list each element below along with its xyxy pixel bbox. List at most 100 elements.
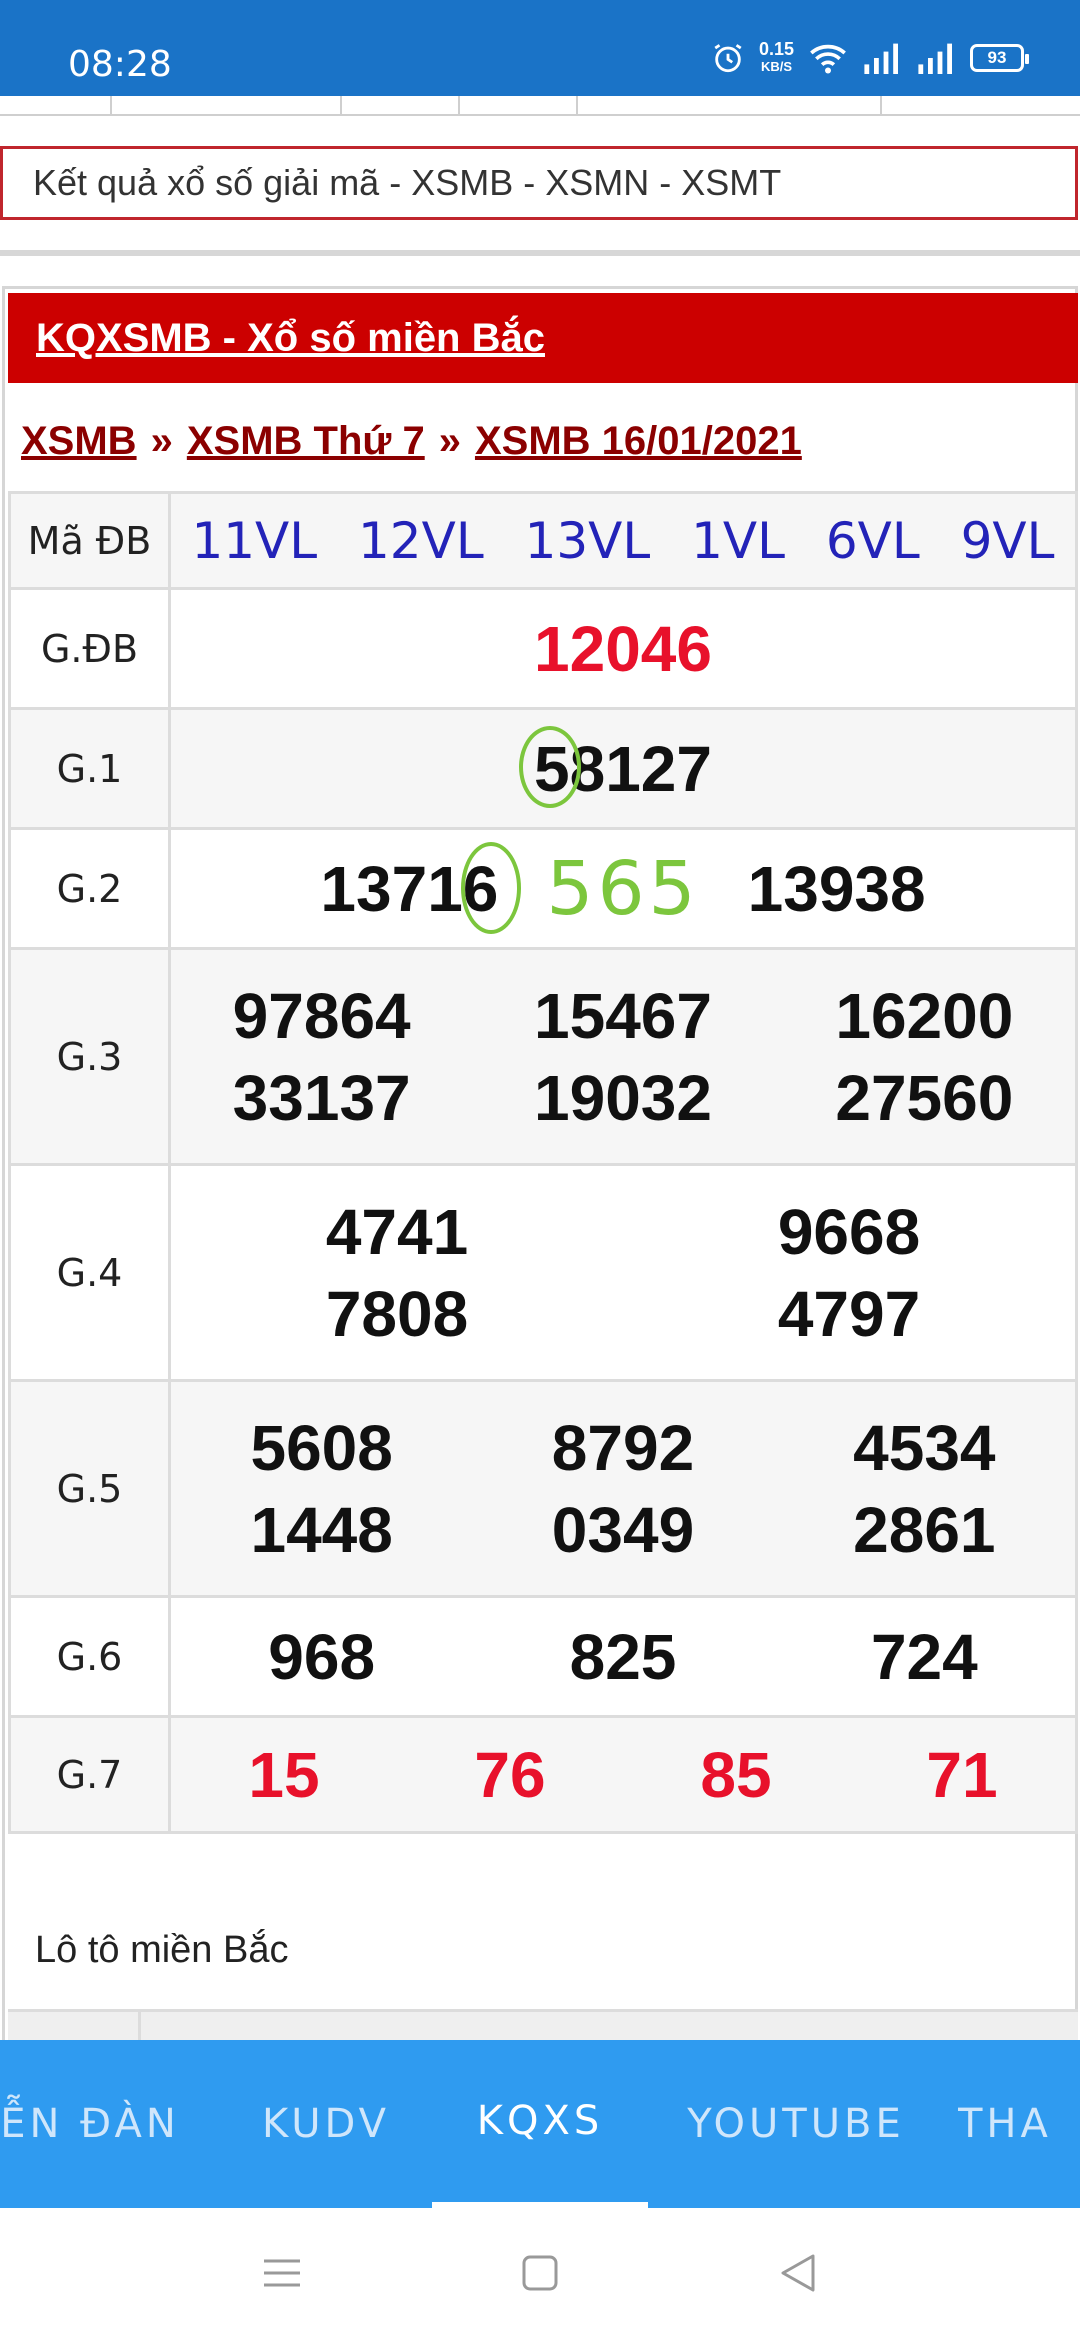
special-codes: 11VL 12VL 13VL 1VL 6VL 9VL (171, 512, 1075, 570)
tab-youtube[interactable]: YOUTUBE (676, 2040, 916, 2208)
special-code: 13VL (524, 511, 651, 570)
table-row-g1: G.1 58127 (8, 707, 1078, 830)
breadcrumb-separator: » (438, 419, 461, 463)
home-button[interactable] (510, 2248, 570, 2298)
card-heading-link[interactable]: KQXSMB - Xổ số miền Bắc (36, 316, 545, 361)
sixth-prize-grid: 968 825 724 (171, 1620, 1075, 1694)
nav-divider (576, 96, 578, 116)
tab-dien-dan[interactable]: ỄN ĐÀN (0, 2040, 190, 2208)
tab-kqxs[interactable]: KQXS (432, 2040, 648, 2208)
system-nav-bar (0, 2208, 1080, 2340)
breadcrumb-xsmb-date[interactable]: XSMB 16/01/2021 (475, 419, 802, 463)
prize-cell: 58127 (168, 707, 1078, 830)
fourth-prize-number: 9668 (777, 1195, 921, 1268)
prize-cell: 15 76 85 71 (168, 1715, 1078, 1834)
site-title-text: Kết quả xổ số giải mã - XSMB - XSMN - XS… (33, 162, 782, 203)
prize-cell: 12046 (168, 587, 1078, 710)
network-speed-unit: KB/S (760, 59, 792, 74)
breadcrumb-separator: » (150, 419, 173, 463)
sixth-prize-number: 825 (569, 1620, 677, 1693)
table-row-g3: G.3 97864 15467 16200 33137 19032 27560 (8, 947, 1078, 1166)
back-button[interactable] (768, 2248, 828, 2298)
top-nav-partial (0, 96, 1080, 116)
special-code: 9VL (960, 511, 1055, 570)
fourth-prize-number: 4741 (325, 1195, 469, 1268)
special-code: 1VL (691, 511, 785, 570)
sixth-prize-number: 724 (870, 1620, 978, 1693)
breadcrumb: XSMB » XSMB Thứ 7 » XSMB 16/01/2021 (21, 419, 802, 464)
seventh-prize-number: 85 (700, 1738, 772, 1811)
battery-icon: 93 (970, 44, 1029, 72)
back-icon (781, 2254, 815, 2292)
third-prize-number: 33137 (232, 1061, 411, 1134)
prize-cell: 97864 15467 16200 33137 19032 27560 (168, 947, 1078, 1166)
seventh-prize-number: 76 (474, 1738, 546, 1811)
card-header: KQXSMB - Xổ số miền Bắc (8, 293, 1078, 383)
network-speed: 0.15 KB/S (759, 40, 794, 76)
tab-tha[interactable]: THA (958, 2040, 1080, 2208)
third-prize-number: 19032 (534, 1061, 712, 1134)
site-title-bar[interactable]: Kết quả xổ số giải mã - XSMB - XSMN - XS… (0, 146, 1078, 220)
prize-label: G.ĐB (8, 587, 171, 710)
table-row-codes: Mã ĐB 11VL 12VL 13VL 1VL 6VL 9VL (8, 491, 1078, 590)
fourth-prize-number: 4797 (777, 1277, 921, 1350)
third-prize-number: 15467 (534, 979, 712, 1052)
third-prize-number: 97864 (232, 979, 411, 1052)
bottom-tab-bar: ỄN ĐÀN KUDV KQXS YOUTUBE THA (0, 2040, 1080, 2208)
fifth-prize-grid: 5608 8792 4534 1448 0349 2861 (171, 1411, 1075, 1567)
section-divider (0, 250, 1080, 256)
prize-label: G.6 (8, 1595, 171, 1718)
loto-title: Lô tô miền Bắc (35, 1929, 289, 1971)
prize-label: G.1 (8, 707, 171, 830)
prize-label: G.4 (8, 1163, 171, 1382)
nav-divider (880, 96, 882, 116)
prize-cell: 13716 565 13938 (168, 827, 1078, 950)
seventh-prize-number: 71 (926, 1738, 998, 1811)
results-table: Mã ĐB 11VL 12VL 13VL 1VL 6VL 9VL G.ĐB 12… (8, 491, 1078, 1834)
home-icon (522, 2255, 558, 2291)
table-row-g6: G.6 968 825 724 (8, 1595, 1078, 1718)
network-speed-value: 0.15 (758, 39, 794, 59)
breadcrumb-xsmb-thu-7[interactable]: XSMB Thứ 7 (187, 419, 425, 463)
status-bar: 08:28 0.15 KB/S 93 (0, 0, 1080, 96)
menu-icon (264, 2259, 300, 2287)
second-prize-group: 13716 565 13938 (171, 846, 1075, 932)
fourth-prize-grid: 4741 9668 7808 4797 (171, 1195, 1075, 1351)
seventh-prize-grid: 15 76 85 71 (171, 1738, 1075, 1812)
third-prize-number: 27560 (835, 1061, 1014, 1134)
fifth-prize-number: 4534 (853, 1411, 996, 1484)
second-prize-number: 13716 (320, 852, 499, 925)
tab-kudv[interactable]: KUDV (236, 2040, 416, 2208)
status-icons: 0.15 KB/S 93 (711, 40, 1029, 76)
fourth-prize-number: 7808 (325, 1277, 469, 1350)
signal-icon (864, 43, 898, 74)
prize-label: G.5 (8, 1379, 171, 1598)
nav-divider (340, 96, 342, 116)
first-prize-number: 58127 (534, 732, 712, 805)
handwritten-note: 565 (546, 845, 700, 932)
table-row-g4: G.4 4741 9668 7808 4797 (8, 1163, 1078, 1382)
third-prize-grid: 97864 15467 16200 33137 19032 27560 (171, 979, 1075, 1135)
result-card: KQXSMB - Xổ số miền Bắc XSMB » XSMB Thứ 7 »… (2, 286, 1078, 2052)
special-code: 6VL (825, 511, 920, 570)
menu-button[interactable] (252, 2248, 312, 2298)
fifth-prize-number: 1448 (250, 1493, 393, 1566)
table-row-g7: G.7 15 76 85 71 (8, 1715, 1078, 1834)
alarm-icon (714, 44, 742, 73)
codes-cell: 11VL 12VL 13VL 1VL 6VL 9VL (168, 491, 1078, 590)
table-row-gdb: G.ĐB 12046 (8, 587, 1078, 710)
code-label: Mã ĐB (8, 491, 171, 590)
prize-label: G.7 (8, 1715, 171, 1834)
prize-cell: 968 825 724 (168, 1595, 1078, 1718)
prize-label: G.2 (8, 827, 171, 950)
fifth-prize-number: 0349 (551, 1493, 695, 1566)
breadcrumb-xsmb[interactable]: XSMB (21, 419, 137, 463)
prize-label: G.3 (8, 947, 171, 1166)
seventh-prize-number: 15 (248, 1738, 320, 1811)
special-code: 11VL (191, 511, 318, 570)
prize-cell: 5608 8792 4534 1448 0349 2861 (168, 1379, 1078, 1598)
fifth-prize-number: 5608 (250, 1411, 393, 1484)
table-row-g2: G.2 13716 565 13938 (8, 827, 1078, 950)
special-prize-number: 12046 (534, 612, 712, 685)
special-code: 12VL (358, 511, 484, 570)
